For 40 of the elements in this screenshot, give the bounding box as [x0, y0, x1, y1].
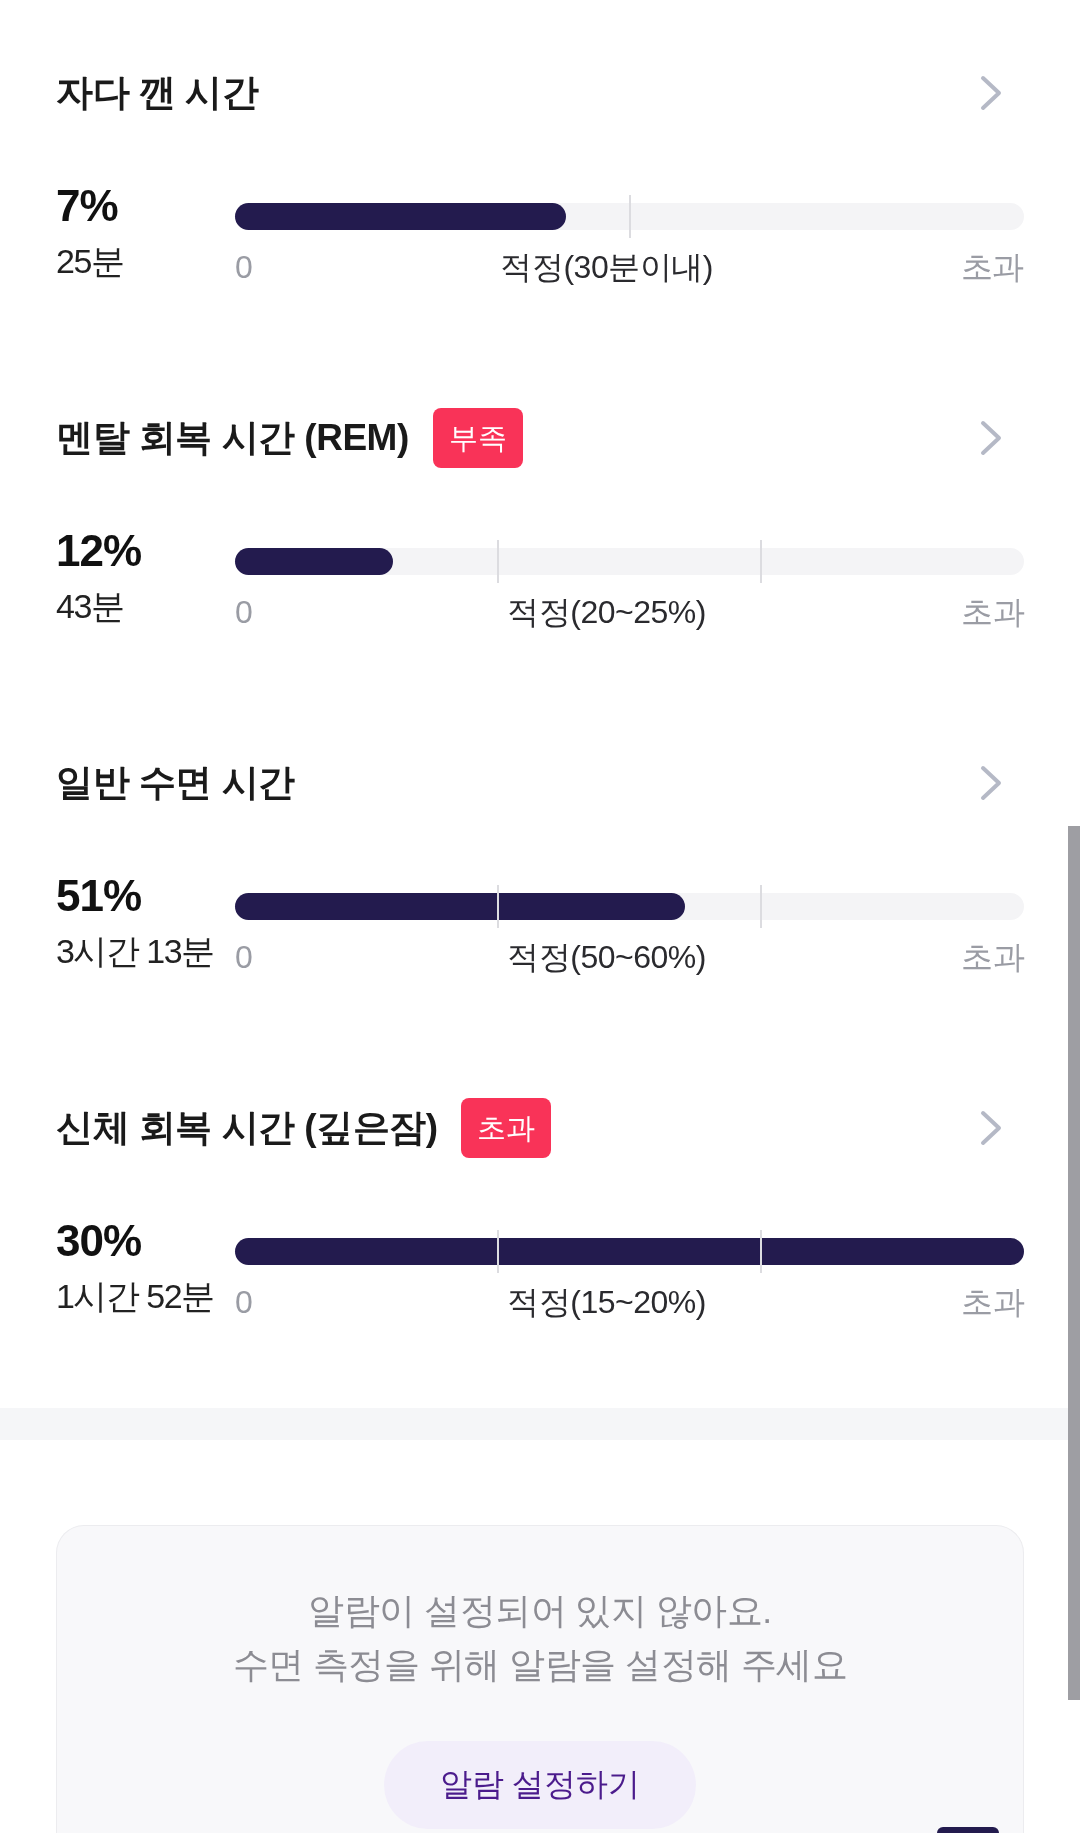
scale-start-label: 0	[235, 248, 253, 287]
floating-button[interactable]	[937, 1827, 999, 1833]
range-tick	[497, 885, 499, 928]
section-title: 자다 깬 시간	[56, 71, 259, 115]
scale-start-label: 0	[235, 1283, 253, 1322]
duration-value: 43분	[56, 586, 125, 626]
range-tick	[760, 540, 762, 583]
set-alarm-button[interactable]: 알람 설정하기	[383, 1741, 697, 1829]
percentage-value: 51%	[56, 873, 143, 919]
duration-value: 1시간 52분	[56, 1276, 215, 1316]
duration-value: 25분	[56, 241, 125, 281]
chevron-right-icon[interactable]	[980, 75, 1002, 111]
percentage-value: 12%	[56, 528, 143, 574]
section-title: 멘탈 회복 시간 (REM)	[56, 416, 409, 460]
status-tag: 초과	[461, 1098, 552, 1158]
scale-end-label: 초과	[961, 593, 1024, 632]
chevron-right-icon[interactable]	[980, 420, 1002, 456]
range-tick	[760, 1230, 762, 1273]
scale-end-label: 초과	[961, 1283, 1024, 1322]
scale-start-label: 0	[235, 593, 253, 632]
section-title: 일반 수면 시간	[56, 761, 295, 805]
range-tick	[497, 1230, 499, 1273]
percentage-value: 30%	[56, 1218, 143, 1264]
range-tick	[628, 195, 631, 238]
target-range-label: 적정(20~25%)	[507, 593, 706, 632]
range-tick	[497, 540, 499, 583]
scale-end-label: 초과	[961, 938, 1024, 977]
scale-start-label: 0	[235, 938, 253, 977]
status-tag: 부족	[432, 408, 523, 468]
percentage-value: 7%	[56, 183, 119, 229]
target-range-label: 적정(30분이내)	[500, 248, 713, 287]
notice-message: 알람이 설정되어 있지 않아요. 수면 측정을 위해 알람을 설정해 주세요	[232, 1590, 848, 1687]
chevron-right-icon[interactable]	[980, 765, 1002, 801]
range-tick	[760, 885, 762, 928]
target-range-label: 적정(15~20%)	[507, 1283, 706, 1322]
chevron-right-icon[interactable]	[980, 1110, 1002, 1146]
scale-end-label: 초과	[961, 248, 1024, 287]
target-range-label: 적정(50~60%)	[507, 938, 706, 977]
section-title: 신체 회복 시간 (깊은잠)	[56, 1106, 438, 1150]
duration-value: 3시간 13분	[56, 931, 215, 971]
